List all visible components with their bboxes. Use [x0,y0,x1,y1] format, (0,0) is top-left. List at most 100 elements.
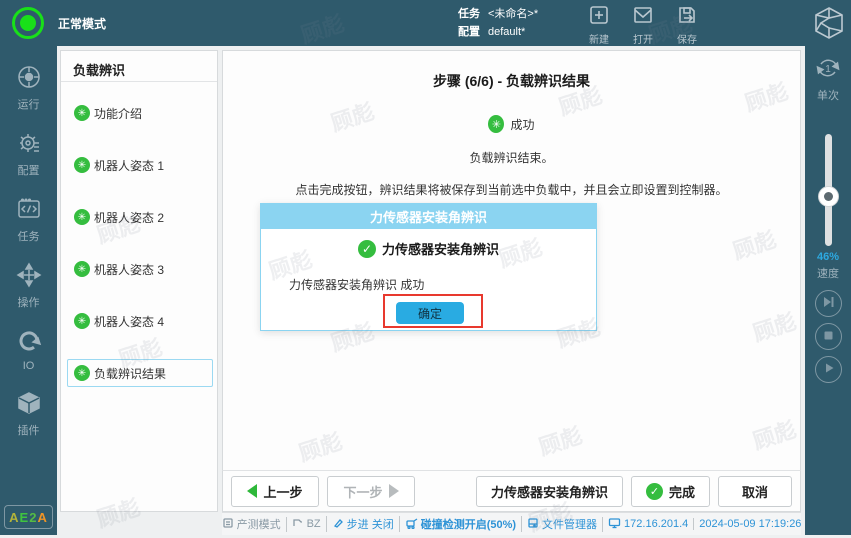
skip-forward-icon [822,295,835,313]
success-label: 成功 [510,116,534,133]
step-label: 机器人姿态 1 [94,157,164,174]
drive-icon [527,517,539,532]
top-bar: 正常模式 任务<未命名>* 配置default* 新建 打开 保存 [0,0,851,46]
step-item-result[interactable]: ✳ 负载辨识结果 [67,359,213,387]
ok-button[interactable]: 确定 [396,302,464,324]
status-text: 172.16.201.4 [624,518,688,530]
open-folder-icon [632,4,654,29]
steps-panel-title: 负载辨识 [61,51,217,82]
robot-model-badge: AE2A [4,505,53,529]
open-task-label: 打开 [633,31,653,46]
step-label: 负载辨识结果 [94,365,166,382]
nav-run[interactable]: 运行 [0,64,57,112]
step-item-pose1[interactable]: ✳ 机器人姿态 1 [67,151,171,179]
speed-slider-handle[interactable] [818,186,839,207]
play-button[interactable] [815,356,842,383]
steps-panel: 负载辨识 ✳ 功能介绍 ✳ 机器人姿态 1 ✳ 机器人姿态 2 ✳ 机器人姿态 … [60,50,218,512]
step-label: 机器人姿态 4 [94,313,164,330]
monitor-icon [608,517,621,532]
cube-icon [16,390,42,419]
nav-io[interactable]: IO [0,328,57,372]
dialog-heading: 力传感器安装角辨识 [382,239,499,258]
step-status-icon: ✳ [74,157,90,173]
check-icon: ✓ [646,483,663,500]
step-label: 机器人姿态 3 [94,261,164,278]
wizard-footer: 上一步 下一步 力传感器安装角辨识 ✓ 完成 取消 [222,470,801,512]
status-text: BZ [307,518,321,530]
nav-operate-label: 操作 [18,294,40,310]
task-label: 任务 [458,5,480,23]
mode-label: 正常模式 [58,15,106,32]
step-status-icon: ✳ [74,313,90,329]
status-text: 碰撞检测开启(50%) [421,516,516,532]
robot-mode-icon [222,517,234,532]
status-bz: BZ [286,517,326,532]
status-datetime: 2024-05-09 17:19:26 [693,518,806,530]
step-item-pose4[interactable]: ✳ 机器人姿态 4 [67,307,171,335]
folder-tab-icon [292,517,304,532]
collision-icon [405,517,418,532]
new-task-label: 新建 [589,31,609,46]
status-step-mode: 步进 关闭 [326,516,399,532]
nav-run-label: 运行 [18,96,40,112]
save-task-button[interactable]: 保存 [676,4,698,46]
step-forward-button[interactable] [815,290,842,317]
prev-step-label: 上一步 [263,482,302,501]
finish-button[interactable]: ✓ 完成 [631,476,710,507]
step-item-intro[interactable]: ✳ 功能介绍 [67,99,149,127]
badge-letter: 2 [29,510,37,525]
step-label: 功能介绍 [94,105,142,122]
success-icon: ✳ [488,115,504,133]
prev-step-button[interactable]: 上一步 [231,476,319,507]
step-item-pose2[interactable]: ✳ 机器人姿态 2 [67,203,171,231]
single-run-control[interactable]: 1 单次 [805,54,851,103]
save-icon [676,4,698,29]
next-step-label: 下一步 [343,482,382,501]
io-cycle-icon [16,328,42,357]
sensor-angle-button[interactable]: 力传感器安装角辨识 [476,476,623,507]
stop-icon [823,328,834,346]
arrow-left-icon [247,484,257,498]
nav-plugin-label: 插件 [18,422,40,438]
save-task-label: 保存 [677,31,697,46]
finish-label: 完成 [669,482,695,501]
badge-letter: E [20,510,30,525]
dialog-message: 力传感器安装角辨识 成功 [289,276,596,293]
nav-config-label: 配置 [18,162,40,178]
badge-letter: A [9,510,19,525]
check-circle-icon: ✓ [358,240,376,258]
svg-text:1: 1 [825,64,831,75]
status-production-mode: 产测模式 [217,516,286,532]
nav-plugin[interactable]: 插件 [0,390,57,438]
nav-task[interactable]: 任务 [0,196,57,244]
task-value: <未命名>* [488,5,538,23]
open-task-button[interactable]: 打开 [632,4,654,46]
move-arrows-icon [16,262,42,291]
nav-operate[interactable]: 操作 [0,262,57,310]
config-value: default* [488,23,525,41]
step-status-icon: ✳ [74,209,90,225]
cancel-button[interactable]: 取消 [718,476,792,507]
task-config-block: 任务<未命名>* 配置default* [458,5,538,41]
status-text: 文件管理器 [542,516,597,532]
status-bar: 产测模式 BZ 步进 关闭 碰撞检测开启(50%) 文件管理器 172.16.2… [222,512,801,535]
nav-task-label: 任务 [18,228,40,244]
cancel-label: 取消 [742,482,768,501]
stop-button[interactable] [815,323,842,350]
next-step-button[interactable]: 下一步 [327,476,415,507]
status-text: 产测模式 [237,516,281,532]
right-control-rail: 1 单次 46% 速度 [805,46,851,535]
code-window-icon [16,196,42,225]
status-ip-address: 172.16.201.4 [602,517,693,532]
sensor-angle-dialog: 力传感器安装角辨识 ✓ 力传感器安装角辨识 力传感器安装角辨识 成功 确定 [260,203,597,331]
speed-label: 速度 [805,265,851,281]
new-file-icon [588,4,610,29]
step-item-pose3[interactable]: ✳ 机器人姿态 3 [67,255,171,283]
page-title: 步骤 (6/6) - 负载辨识结果 [223,71,800,91]
new-task-button[interactable]: 新建 [588,4,610,46]
nav-config[interactable]: 配置 [0,130,57,178]
status-file-manager[interactable]: 文件管理器 [521,516,602,532]
mode-status-icon [12,7,44,39]
dialog-title: 力传感器安装角辨识 [261,204,596,229]
step-status-icon: ✳ [74,105,90,121]
